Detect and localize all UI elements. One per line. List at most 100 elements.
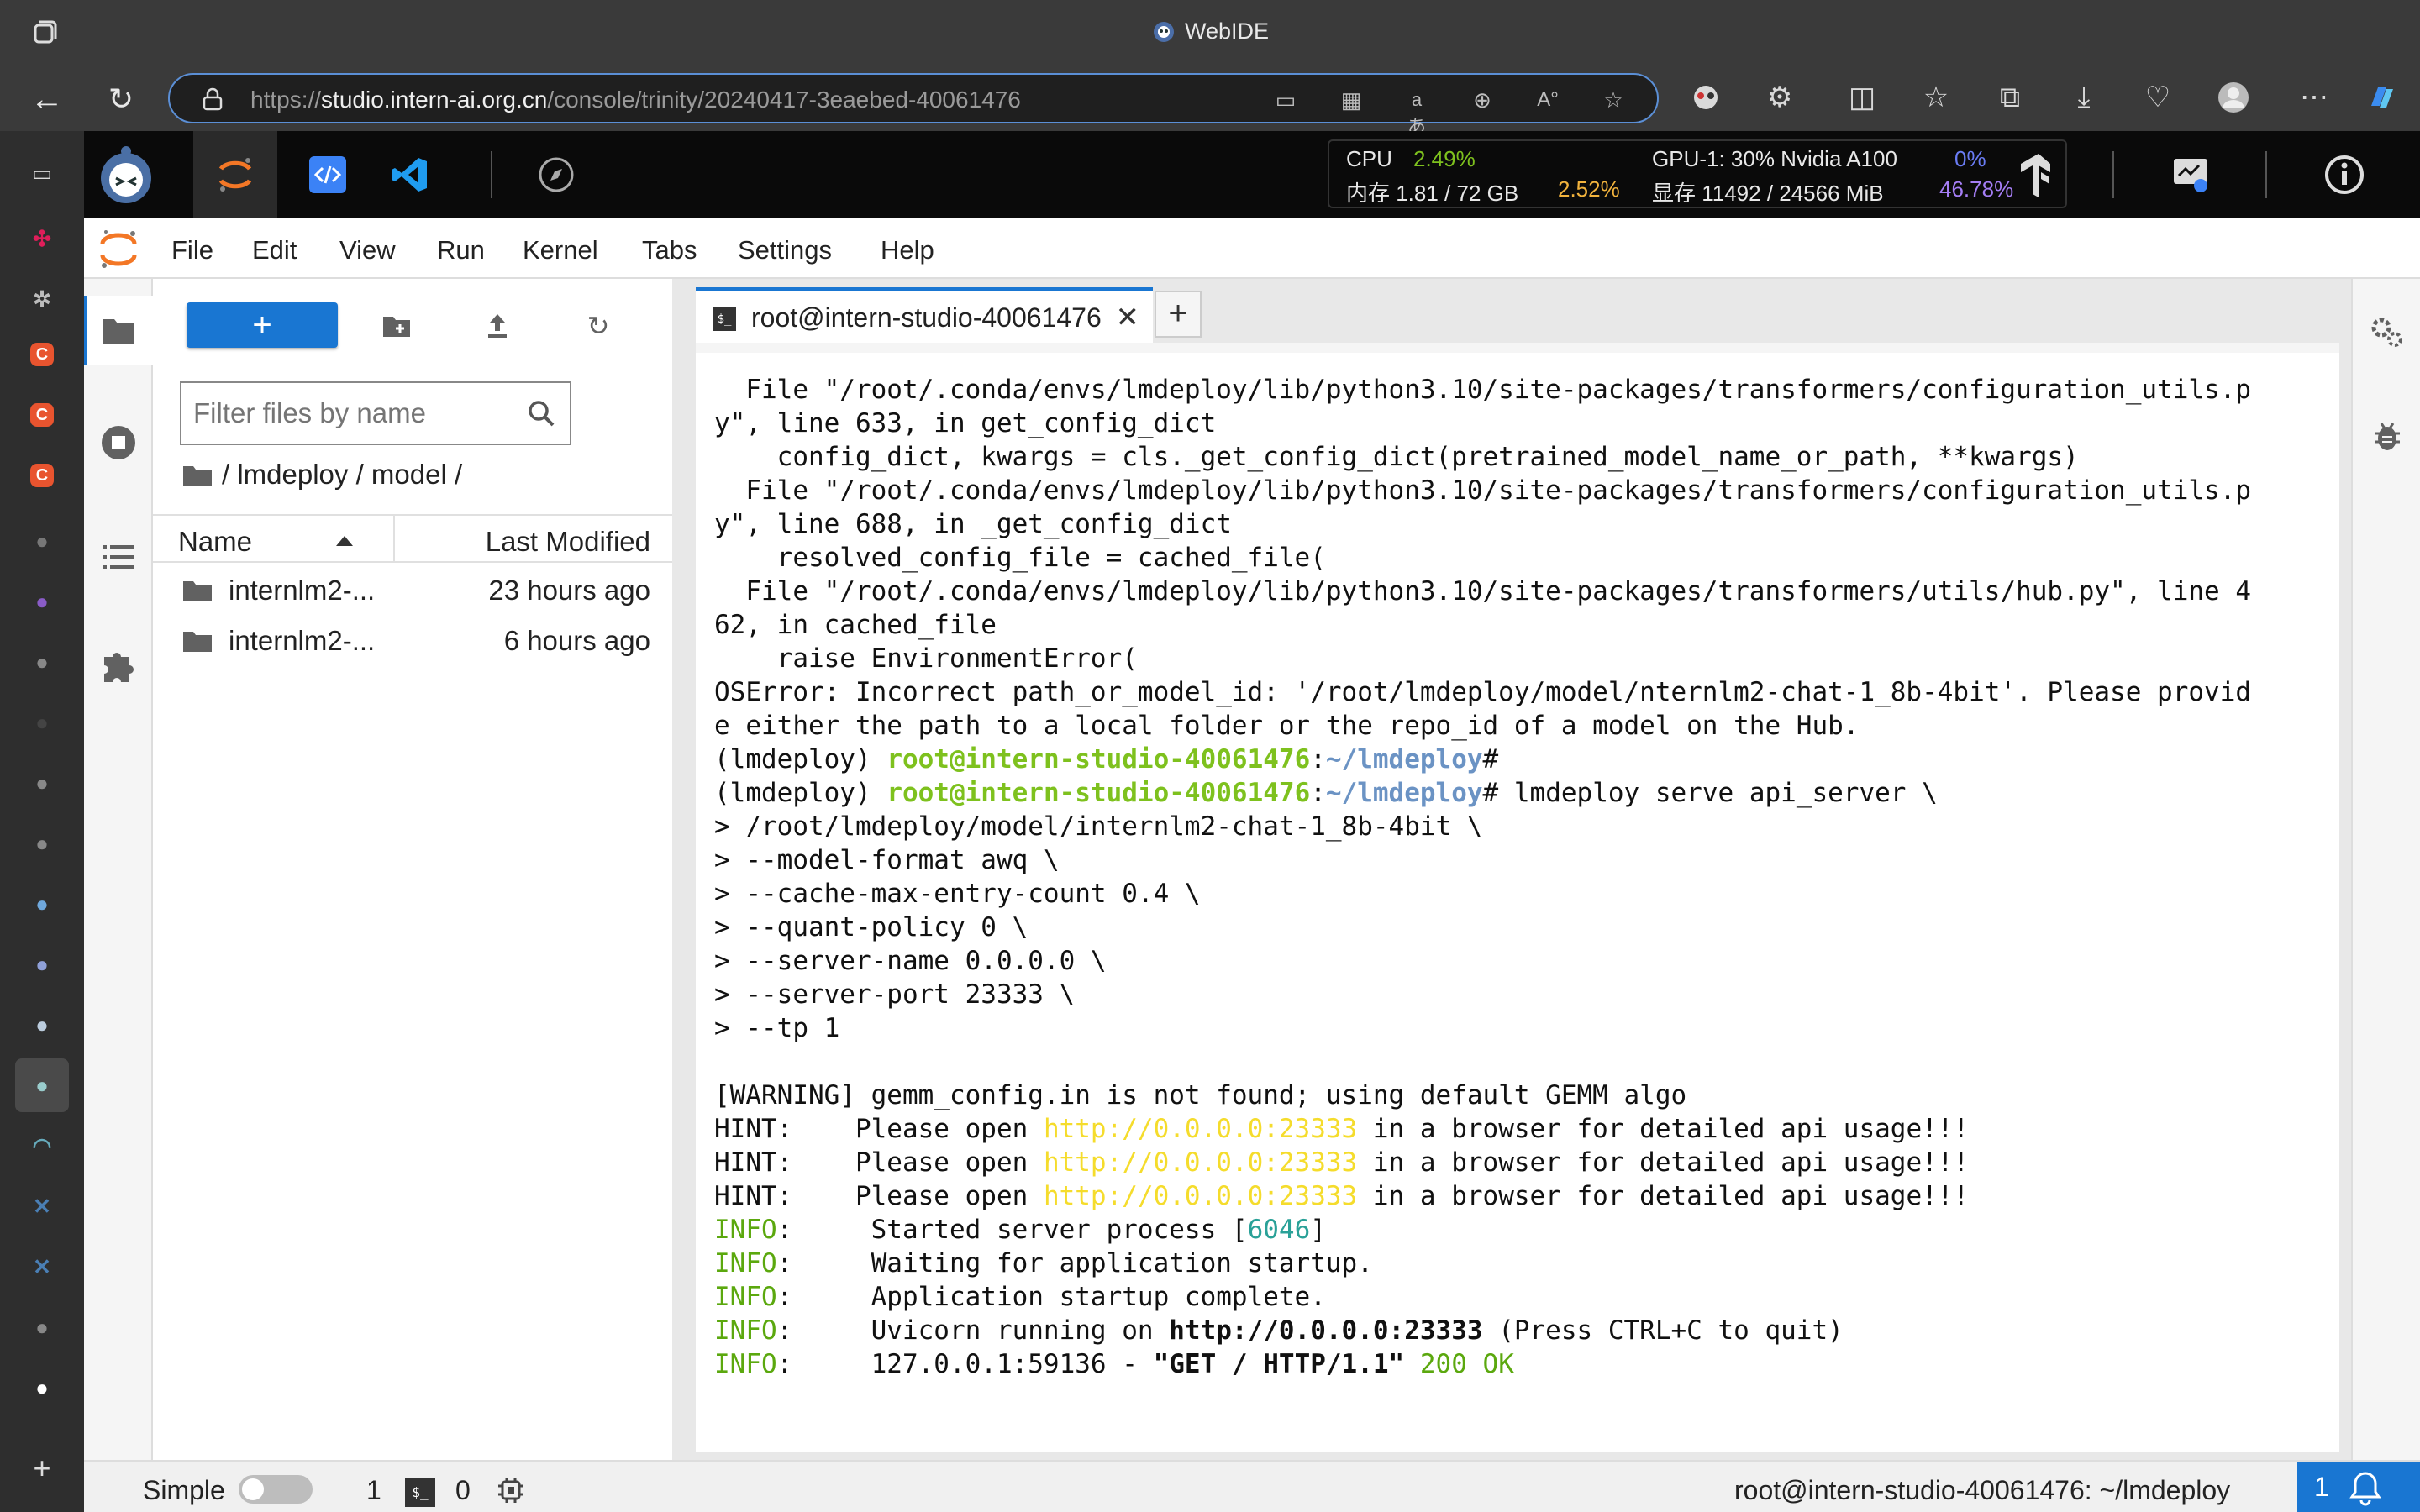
menu-view[interactable]: View	[339, 235, 396, 265]
menu-settings[interactable]: Settings	[738, 235, 832, 265]
breadcrumb-path[interactable]: / lmdeploy / model /	[222, 459, 462, 490]
terminal-text: > --model-format awq \	[714, 845, 1060, 875]
extensions-puzzle-icon[interactable]: ⚙	[1763, 81, 1797, 114]
chat-bubble-tab-icon[interactable]: ●	[25, 887, 59, 921]
c-tab-icon[interactable]: C	[30, 464, 54, 487]
menu-kernel[interactable]: Kernel	[523, 235, 598, 265]
github-tab-icon[interactable]: ●	[25, 1371, 59, 1404]
property-inspector-gears-icon[interactable]	[2368, 312, 2407, 351]
profile-avatar-icon[interactable]	[2217, 81, 2250, 114]
monitor-app-button[interactable]	[2149, 131, 2233, 218]
notifications-button[interactable]: 1	[2297, 1462, 2420, 1512]
refresh-files-icon[interactable]: ↻	[581, 309, 615, 343]
settings-tab-icon[interactable]: ✲	[25, 282, 59, 316]
c-tab-icon[interactable]: C	[30, 343, 54, 366]
new-folder-icon[interactable]	[380, 309, 413, 343]
terminal-line: INFO: Started server process [6046]	[714, 1213, 2251, 1247]
terminal-output[interactable]: File "/root/.conda/envs/lmdeploy/lib/pyt…	[714, 373, 2251, 1381]
back-arrow-icon[interactable]: ←	[29, 81, 66, 118]
favorites-icon[interactable]: ☆	[1919, 81, 1953, 114]
terminal-panel[interactable]: File "/root/.conda/envs/lmdeploy/lib/pyt…	[696, 343, 2339, 1452]
github-tab-icon[interactable]: ●	[25, 706, 59, 739]
filter-files-input[interactable]	[193, 383, 513, 444]
file-name[interactable]: internlm2-...	[229, 575, 375, 606]
terminal-icon[interactable]: $_	[405, 1478, 435, 1507]
x-tab-icon[interactable]: ✕	[25, 1189, 59, 1223]
menu-edit[interactable]: Edit	[252, 235, 297, 265]
terminal-line: > /root/lmdeploy/model/internlm2-chat-1_…	[714, 810, 2251, 843]
file-row[interactable]: internlm2-... 6 hours ago	[153, 617, 672, 667]
github-tab-icon[interactable]: ●	[25, 1310, 59, 1344]
browser-essentials-icon[interactable]: ♡	[2141, 81, 2175, 114]
file-browser-tab[interactable]	[84, 296, 153, 365]
more-options-icon[interactable]: ⋯	[2297, 81, 2331, 114]
github-tab-icon[interactable]: ●	[25, 766, 59, 800]
wave-tab-icon[interactable]: ◠	[25, 1129, 59, 1163]
info-icon	[2325, 155, 2364, 194]
downloads-icon[interactable]: ⤓	[2067, 81, 2101, 114]
running-kernels-tab[interactable]	[99, 423, 138, 462]
split-screen-icon[interactable]: ◫	[1845, 81, 1879, 114]
address-bar[interactable]: https://studio.intern-ai.org.cn/console/…	[168, 73, 1659, 137]
tab-label[interactable]: root@intern-studio-40061476	[751, 302, 1104, 333]
intern-tab-icon[interactable]: ●	[25, 948, 59, 981]
file-name[interactable]: internlm2-...	[229, 625, 375, 657]
kernel-count[interactable]: 0	[455, 1475, 471, 1506]
extension-avatar-icon[interactable]	[1689, 81, 1723, 114]
menu-tabs[interactable]: Tabs	[642, 235, 697, 265]
last-modified-column-header[interactable]: Last Modified	[486, 526, 650, 558]
terminal-text: ~/lmdeploy	[1325, 778, 1483, 808]
table-of-contents-tab[interactable]	[99, 538, 138, 576]
name-column-header[interactable]: Name	[178, 526, 252, 558]
file-filter[interactable]	[180, 381, 571, 445]
document-tab-bar: $_ root@intern-studio-40061476 ✕ +	[679, 279, 2351, 343]
collections-icon[interactable]: ⧉	[1993, 81, 2027, 114]
file-row[interactable]: internlm2-... 23 hours ago	[153, 566, 672, 617]
favorite-star-icon[interactable]: ☆	[1600, 87, 1627, 113]
read-aloud-icon[interactable]: A°	[1534, 87, 1561, 113]
translate-icon[interactable]: aあ	[1403, 87, 1430, 137]
webide-tab-icon[interactable]: ●	[15, 1058, 69, 1112]
menu-help[interactable]: Help	[881, 235, 934, 265]
slack-tab-icon[interactable]: ✣	[25, 222, 59, 255]
menu-file[interactable]: File	[171, 235, 213, 265]
debugger-bug-icon[interactable]	[2368, 417, 2407, 455]
simple-mode-toggle[interactable]	[239, 1475, 313, 1504]
github-tab-icon[interactable]: ●	[25, 827, 59, 860]
jupyter-app-button[interactable]	[193, 131, 277, 218]
upload-icon[interactable]	[481, 309, 514, 343]
refresh-icon[interactable]: ↻	[103, 81, 139, 118]
new-tab-plus-icon[interactable]: +	[25, 1452, 59, 1485]
gpu-label: GPU-1: 30% Nvidia A100	[1652, 146, 1897, 171]
column-divider[interactable]	[393, 516, 395, 563]
c-tab-icon[interactable]: C	[30, 403, 54, 427]
compass-app-button[interactable]	[514, 131, 598, 218]
sort-ascending-icon[interactable]	[336, 536, 353, 546]
kernel-status-icon[interactable]	[496, 1475, 526, 1505]
intern-logo[interactable]	[84, 131, 168, 218]
intern-tab-icon[interactable]: ●	[25, 1008, 59, 1042]
new-launcher-button[interactable]: +	[187, 302, 338, 348]
app-available-icon[interactable]: ▭	[1272, 87, 1299, 113]
breadcrumb[interactable]: / lmdeploy / model /	[183, 459, 462, 491]
x-tab-icon[interactable]: ✕	[25, 1250, 59, 1284]
extensions-tab[interactable]	[99, 645, 138, 684]
github-tab-icon[interactable]: ●	[25, 524, 59, 558]
zoom-icon[interactable]: ⊕	[1469, 87, 1496, 113]
tensorboard-app-button[interactable]	[1996, 131, 2081, 218]
url-text[interactable]: https://studio.intern-ai.org.cn/console/…	[250, 87, 1021, 113]
qr-code-icon[interactable]: ▦	[1338, 87, 1365, 113]
tab-terminal[interactable]: $_ root@intern-studio-40061476 ✕	[696, 287, 1153, 343]
lock-icon[interactable]	[202, 87, 224, 111]
github-tab-icon[interactable]: ●	[25, 645, 59, 679]
terminal-count[interactable]: 1	[366, 1475, 381, 1506]
info-button[interactable]	[2302, 131, 2386, 218]
vscode-app-button[interactable]	[368, 131, 452, 218]
code-app-button[interactable]	[286, 131, 370, 218]
menu-run[interactable]: Run	[437, 235, 485, 265]
tab-panel-icon[interactable]: ▭	[25, 156, 59, 190]
chat-tab-icon[interactable]: ●	[25, 585, 59, 618]
add-tab-button[interactable]: +	[1155, 291, 1202, 338]
close-icon[interactable]: ✕	[1116, 301, 1140, 334]
copilot-icon[interactable]	[2365, 81, 2398, 114]
